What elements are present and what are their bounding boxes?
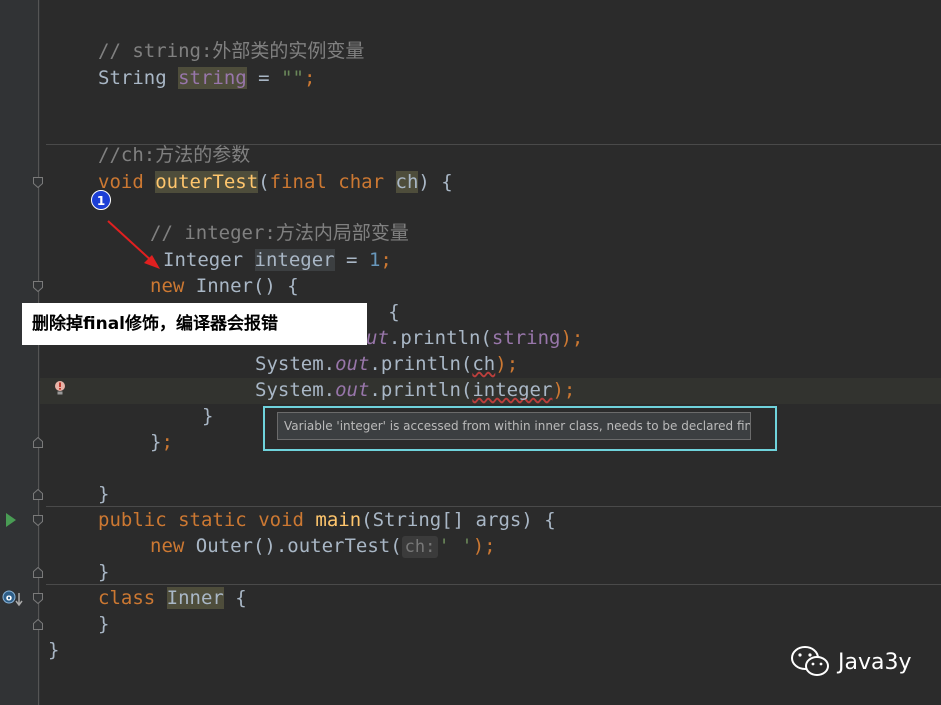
unfold-marker-icon[interactable]: [33, 619, 43, 630]
code-line: }: [48, 637, 59, 663]
brace: }: [98, 561, 110, 583]
semicolon: ;: [161, 431, 173, 453]
annotation-arrow-icon: [107, 220, 160, 269]
operator: =: [334, 249, 369, 271]
keyword-char: char: [338, 171, 385, 193]
class-name: Inner: [166, 587, 224, 609]
keyword-class: class: [98, 587, 156, 609]
number-literal: 1: [368, 249, 381, 271]
char-literal: ' ': [438, 535, 473, 557]
keyword-final: final: [269, 171, 327, 193]
string-literal: "": [281, 67, 304, 89]
keyword-new: new: [150, 275, 185, 297]
code-line: new Outer().outerTest(ch: ' ');: [150, 533, 496, 559]
code-line: // string:外部类的实例变量: [98, 38, 364, 64]
class-ref: System.: [255, 353, 336, 375]
code-line: };: [150, 429, 173, 455]
static-field: out: [335, 379, 370, 401]
run-gutter-icon[interactable]: [5, 512, 17, 528]
method-name: main: [315, 509, 362, 531]
semicolon: ;: [303, 67, 316, 89]
constructor-call: Inner() {: [184, 275, 299, 297]
code-line: // integer:方法内局部变量: [150, 220, 409, 246]
field-string: string: [178, 67, 247, 89]
method-call: Outer().outerTest(: [184, 535, 402, 557]
keyword-static: static: [178, 509, 247, 531]
brace: }: [98, 613, 110, 635]
error-argument[interactable]: integer: [472, 379, 552, 401]
code-line: ut.println(string);: [366, 325, 583, 351]
static-field: ut: [366, 327, 389, 349]
class-ref: System.: [255, 379, 336, 401]
wechat-icon: [791, 646, 829, 676]
type-name: Integer: [163, 249, 244, 271]
code-line: new Inner() {: [150, 273, 299, 299]
fold-marker-icon[interactable]: [33, 281, 43, 292]
step-marker: 1: [91, 190, 111, 210]
annotation-callout: 删除掉final修饰，编译器会报错: [22, 303, 367, 345]
argument: ch: [472, 353, 496, 375]
code-line: System.out.println(integer);: [255, 377, 575, 403]
brace: }: [98, 483, 110, 505]
method-call: .println(: [388, 327, 492, 349]
operator: =: [246, 67, 282, 89]
brace: }: [48, 639, 60, 661]
statement-end: );: [560, 327, 584, 349]
method-call: .println(: [369, 379, 473, 401]
fold-marker-icon[interactable]: [33, 515, 43, 526]
keyword-void: void: [98, 171, 144, 193]
type-name: String: [98, 67, 167, 89]
semicolon: ;: [380, 249, 392, 271]
method-name: outerTest: [155, 171, 259, 193]
watermark-text: Java3y: [838, 649, 912, 675]
comment: // string:外部类的实例变量: [98, 40, 365, 62]
brace: }: [202, 405, 214, 427]
keyword-new: new: [150, 535, 185, 557]
unfold-marker-icon[interactable]: [33, 567, 43, 578]
method-call: .println(: [369, 353, 473, 375]
comment: // integer:方法内局部变量: [150, 222, 409, 244]
param-ch: ch: [395, 171, 419, 193]
code-line: void outerTest(final char ch) {: [98, 169, 453, 195]
code-line: }: [202, 403, 213, 429]
parameter-list: (String[] args) {: [361, 509, 556, 531]
fold-marker-icon[interactable]: [33, 177, 43, 188]
brace: }: [150, 431, 162, 453]
error-tooltip: Variable 'integer' is accessed from with…: [277, 412, 751, 440]
argument: string: [491, 327, 561, 349]
watermark: Java3y: [790, 645, 912, 679]
parameter-hint: ch:: [401, 536, 439, 558]
unfold-marker-icon[interactable]: [33, 437, 43, 448]
static-field: out: [335, 353, 370, 375]
paren: (: [258, 171, 270, 193]
code-line: String string = "";: [98, 65, 315, 91]
unfold-marker-icon[interactable]: [33, 489, 43, 500]
implemented-marker-icon[interactable]: o: [2, 589, 24, 609]
svg-text:o: o: [6, 594, 12, 604]
code-line: class Inner {: [98, 585, 247, 611]
keyword-void: void: [258, 509, 304, 531]
statement-end: );: [472, 535, 496, 557]
statement-end: );: [552, 379, 576, 401]
code-line: System.out.println(ch);: [255, 351, 518, 377]
local-var-integer: integer: [254, 249, 335, 271]
code-line: }: [98, 481, 109, 507]
comment: //ch:方法的参数: [98, 144, 251, 166]
keyword-public: public: [98, 509, 167, 531]
code-line: }: [98, 611, 109, 637]
error-lightbulb-icon[interactable]: [53, 380, 67, 396]
brace: {: [223, 587, 247, 609]
code-line: Integer integer = 1;: [163, 247, 392, 273]
fold-marker-icon[interactable]: [33, 593, 43, 604]
statement-end: );: [495, 353, 519, 375]
code-line: }: [98, 559, 109, 585]
code-line: public static void main(String[] args) {: [98, 507, 556, 533]
paren: ) {: [418, 171, 453, 193]
code-line: //ch:方法的参数: [98, 142, 250, 168]
